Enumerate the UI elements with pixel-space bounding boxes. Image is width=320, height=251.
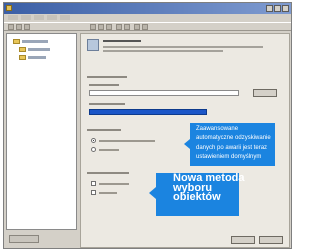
delete-icon[interactable] [116, 24, 122, 30]
tree-item-label [28, 56, 46, 59]
selection-callout: Nowa metoda wyboru obiektów [149, 173, 245, 216]
ok-button[interactable] [231, 236, 255, 244]
folder-icon [19, 55, 26, 60]
menu-item-edit[interactable] [21, 15, 31, 20]
refresh-icon[interactable] [134, 24, 140, 30]
recovery-callout: Zaawansowane automatyczne odzyskiwanie d… [184, 123, 275, 166]
open-icon[interactable] [98, 24, 104, 30]
recovery-option-label [99, 149, 119, 151]
folder-icon [13, 39, 20, 44]
recovery-option-advanced-radio[interactable] [91, 138, 96, 143]
recovery-callout-line: Zaawansowane [196, 126, 239, 132]
title-bar [4, 3, 291, 14]
path-input[interactable] [89, 90, 239, 96]
field-label [89, 84, 119, 86]
object-icon [87, 39, 99, 51]
properties-icon[interactable] [124, 24, 130, 30]
maximize-button[interactable] [274, 5, 281, 12]
up-icon[interactable] [24, 24, 30, 30]
section-label [87, 129, 121, 131]
tree-item-label [28, 48, 50, 51]
folder-icon [19, 47, 26, 52]
recovery-callout-line: ustawieniem domyślnym [196, 154, 262, 161]
panel-description [103, 50, 223, 52]
field-label [89, 103, 125, 105]
forward-icon[interactable] [16, 24, 22, 30]
selection-option-label [99, 183, 129, 185]
recovery-callout-line: danych po awarii jest teraz [196, 144, 268, 151]
panel-description [103, 46, 263, 48]
new-icon[interactable] [90, 24, 96, 30]
minimize-button[interactable] [266, 5, 273, 12]
recovery-option-label [99, 140, 155, 142]
recovery-callout-line: automatyczne odzyskiwanie [196, 135, 271, 142]
taskbar-item[interactable] [9, 235, 39, 243]
selection-option-checkbox[interactable] [91, 181, 96, 186]
menu-item-view[interactable] [34, 15, 44, 20]
selection-option-label [99, 192, 117, 194]
help-icon[interactable] [142, 24, 148, 30]
tree-item-label [22, 40, 48, 43]
selection-option-checkbox[interactable] [91, 190, 96, 195]
panel-title [103, 40, 141, 42]
cancel-button[interactable] [259, 236, 283, 244]
back-icon[interactable] [8, 24, 14, 30]
menu-item-file[interactable] [8, 15, 18, 20]
menu-item-tools[interactable] [47, 15, 57, 20]
navigation-tree [6, 33, 77, 230]
app-icon [6, 5, 12, 11]
selection-callout-line: obiektów [173, 191, 221, 204]
browse-button[interactable] [253, 89, 277, 97]
section-label [87, 76, 127, 78]
toolbar [4, 22, 291, 31]
save-icon[interactable] [106, 24, 112, 30]
section-label [87, 172, 129, 174]
menu-item-help[interactable] [60, 15, 70, 20]
menu-bar [4, 14, 291, 22]
selected-field[interactable] [89, 109, 207, 115]
close-button[interactable] [282, 5, 289, 12]
recovery-option-basic-radio[interactable] [91, 147, 96, 152]
